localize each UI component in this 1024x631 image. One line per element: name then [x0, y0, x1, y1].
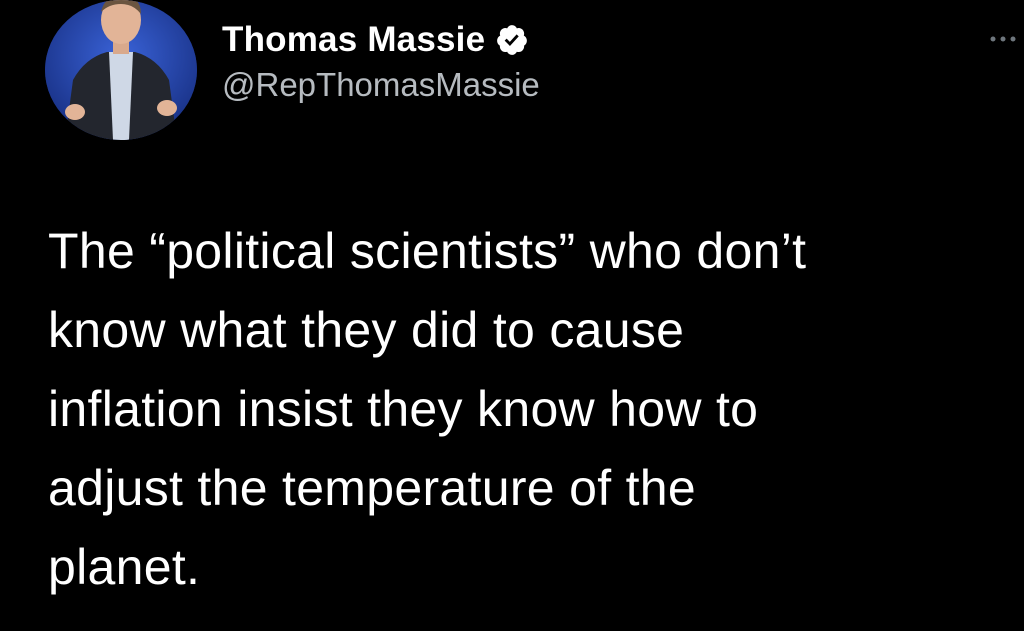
avatar[interactable]: [45, 0, 197, 140]
tweet-text-line: The “political scientists” who don’t: [48, 223, 807, 279]
tweet-text-line: inflation insist they know how to: [48, 381, 759, 437]
tweet-card: Thomas Massie @RepThomasMassie The “poli…: [0, 0, 1024, 631]
tweet-text-line: adjust the temperature of the: [48, 460, 696, 516]
tweet-author: Thomas Massie @RepThomasMassie: [222, 18, 540, 104]
user-handle[interactable]: @RepThomasMassie: [222, 66, 540, 104]
tweet-text-line: know what they did to cause: [48, 302, 685, 358]
tweet-text-line: planet.: [48, 539, 201, 595]
tweet-text: The “political scientists” who don’t kno…: [48, 212, 1018, 607]
display-name[interactable]: Thomas Massie: [222, 20, 485, 60]
name-row: Thomas Massie: [222, 18, 540, 62]
avatar-photo: [45, 0, 197, 140]
more-options-icon[interactable]: [988, 28, 1018, 48]
verified-badge-icon: [495, 23, 529, 57]
